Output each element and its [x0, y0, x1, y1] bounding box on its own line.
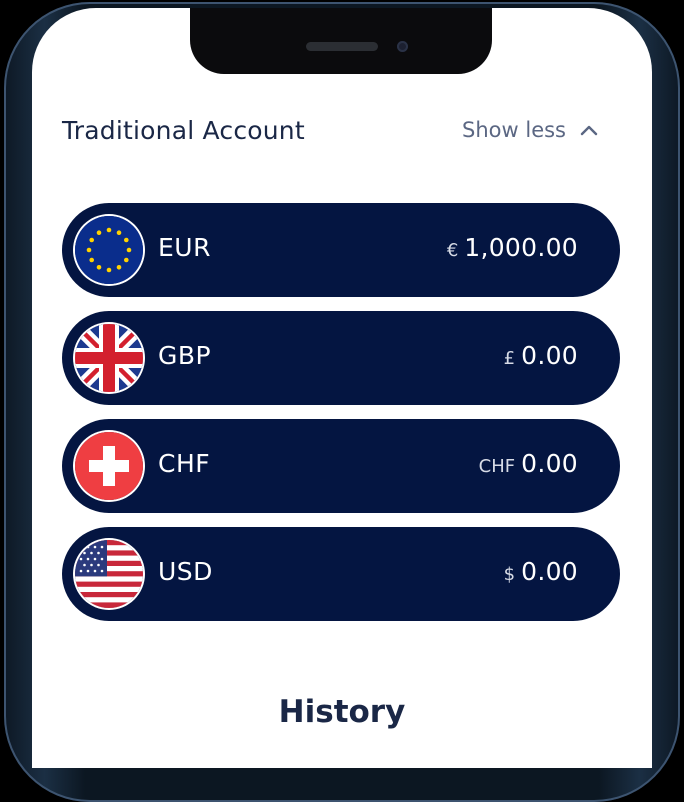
currency-symbol: $ [503, 564, 516, 585]
balance-amount: 0.00 [521, 341, 578, 370]
chevron-up-icon [580, 125, 598, 136]
balance-amount: 1,000.00 [464, 233, 578, 262]
history-heading: History [278, 694, 406, 730]
currency-account-list: EUR € 1,000.00 GBP £ 0.00 CHF CHF 0.00 U… [62, 203, 620, 635]
show-less-label: Show less [462, 118, 566, 142]
speaker-grille [306, 42, 378, 51]
uk-flag-icon [75, 324, 143, 392]
currency-symbol: € [446, 240, 459, 261]
account-section-header: Traditional Account Show less [62, 112, 602, 152]
balance-amount: 0.00 [521, 557, 578, 586]
currency-row-chf[interactable]: CHF CHF 0.00 [62, 419, 620, 513]
currency-row-gbp[interactable]: GBP £ 0.00 [62, 311, 620, 405]
us-flag-icon [75, 540, 143, 608]
swiss-flag-icon [75, 432, 143, 500]
show-less-toggle[interactable]: Show less [462, 118, 598, 142]
currency-symbol: £ [503, 348, 516, 369]
phone-notch [190, 8, 492, 74]
balance-amount: 0.00 [521, 449, 578, 478]
front-camera [397, 41, 408, 52]
currency-code: EUR [158, 233, 211, 262]
balance: $ 0.00 [504, 557, 578, 586]
currency-code: CHF [158, 449, 211, 478]
currency-symbol: CHF [478, 456, 516, 477]
currency-row-eur[interactable]: EUR € 1,000.00 [62, 203, 620, 297]
balance: £ 0.00 [504, 341, 578, 370]
currency-code: USD [158, 557, 213, 586]
currency-code: GBP [158, 341, 212, 370]
balance: € 1,000.00 [447, 233, 578, 262]
balance: CHF 0.00 [479, 449, 578, 478]
eu-flag-icon [75, 216, 143, 284]
account-title: Traditional Account [62, 116, 305, 145]
currency-row-usd[interactable]: USD $ 0.00 [62, 527, 620, 621]
